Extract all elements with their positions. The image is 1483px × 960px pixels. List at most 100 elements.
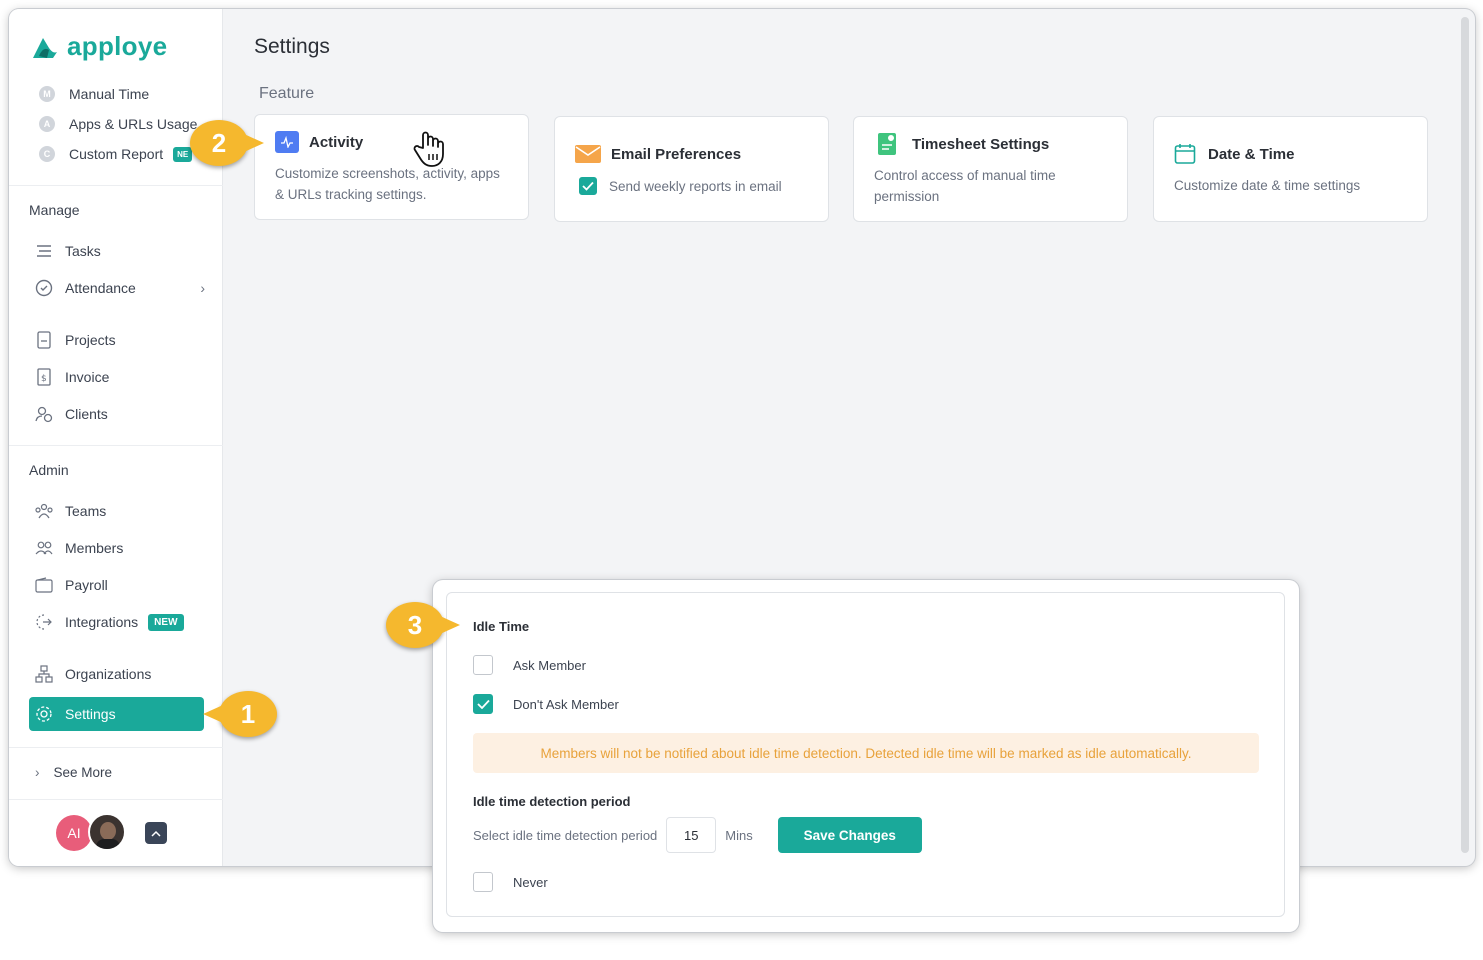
- card-activity[interactable]: Activity Customize screenshots, activity…: [254, 114, 529, 220]
- sidebar-item-payroll[interactable]: Payroll: [35, 576, 108, 594]
- card-desc: Customize date & time settings: [1174, 178, 1361, 193]
- period-label: Select idle time detection period: [473, 827, 658, 843]
- card-title: Date & Time: [1208, 145, 1295, 163]
- sidebar-item-label: Manual Time: [69, 86, 150, 102]
- callout-step-3: 3: [386, 602, 460, 648]
- idle-time-title: Idle Time: [473, 619, 530, 634]
- card-desc: Customize screenshots, activity, apps & …: [275, 166, 500, 202]
- timesheet-icon: [878, 133, 896, 155]
- save-changes-button[interactable]: Save Changes: [777, 817, 922, 853]
- report-initial-icon: A: [39, 116, 55, 132]
- logo[interactable]: apploye: [29, 31, 167, 62]
- never-checkbox[interactable]: [473, 872, 493, 892]
- sidebar-item-clients[interactable]: Clients: [35, 405, 108, 423]
- sidebar-item-organizations[interactable]: Organizations: [35, 665, 151, 683]
- card-title: Activity: [309, 133, 364, 151]
- divider: [9, 747, 223, 748]
- apploye-logo-icon: [33, 37, 57, 58]
- sidebar-item-label: Members: [65, 540, 124, 556]
- sidebar-item-label: Attendance: [65, 280, 136, 296]
- activity-icon: [275, 131, 299, 153]
- divider: [9, 445, 223, 446]
- chevron-up-button[interactable]: [145, 822, 167, 844]
- gear-icon: [35, 705, 53, 723]
- callout-step-1: 1: [203, 691, 277, 737]
- sidebar-item-label: Payroll: [65, 577, 108, 593]
- chevron-up-icon: [151, 830, 161, 837]
- sidebar-item-label: Organizations: [65, 666, 152, 682]
- sidebar-item-apps-urls-usage[interactable]: A Apps & URLs Usage: [29, 116, 197, 132]
- section-manage: Manage: [29, 202, 80, 218]
- sidebar-item-integrations[interactable]: Integrations NEW: [35, 613, 184, 631]
- sidebar-item-settings[interactable]: Settings: [29, 697, 204, 731]
- hand-cursor-icon: [413, 130, 449, 173]
- card-desc: Control access of manual time permission: [874, 168, 1056, 204]
- dont-ask-member-option[interactable]: Don't Ask Member: [473, 694, 619, 714]
- sidebar-item-label: Clients: [65, 406, 108, 422]
- chevron-right-icon[interactable]: ›: [200, 280, 205, 296]
- sidebar-item-label: Invoice: [65, 369, 110, 385]
- period-unit: Mins: [725, 827, 753, 843]
- teams-icon: [35, 502, 53, 520]
- new-badge: NEW: [148, 613, 184, 631]
- period-input[interactable]: 15: [666, 817, 717, 853]
- page-title: Settings: [254, 35, 330, 58]
- sidebar-item-label: Integrations: [65, 614, 139, 630]
- period-row: Select idle time detection period 15 Min…: [473, 817, 922, 853]
- section-admin: Admin: [29, 462, 69, 478]
- card-timesheet-settings[interactable]: Timesheet Settings Control access of man…: [853, 116, 1128, 222]
- report-initial-icon: M: [39, 86, 55, 102]
- sidebar-item-label: Settings: [65, 706, 116, 722]
- see-more-link[interactable]: › See More: [35, 765, 112, 780]
- sidebar-item-members[interactable]: Members: [35, 539, 123, 557]
- projects-icon: [35, 331, 53, 349]
- payroll-icon: [35, 576, 53, 594]
- idle-notice: Members will not be notified about idle …: [473, 733, 1259, 773]
- sidebar-item-label: Apps & URLs Usage: [69, 116, 198, 132]
- dont-ask-member-checkbox[interactable]: [473, 694, 493, 714]
- option-label: Ask Member: [513, 657, 586, 673]
- divider: [9, 185, 223, 186]
- sidebar-item-invoice[interactable]: $ Invoice: [35, 368, 109, 386]
- attendance-icon: [35, 279, 53, 297]
- divider: [9, 799, 223, 800]
- logo-text: apploye: [67, 31, 168, 61]
- svg-text:$: $: [41, 374, 47, 384]
- card-email-preferences[interactable]: Email Preferences Send weekly reports in…: [554, 116, 829, 222]
- sidebar-item-label: Tasks: [65, 243, 101, 259]
- sidebar-item-label: Teams: [65, 503, 107, 519]
- weekly-report-checkbox[interactable]: [579, 177, 597, 195]
- envelope-icon: [575, 145, 601, 163]
- sidebar-item-tasks[interactable]: Tasks: [35, 242, 101, 260]
- card-date-time[interactable]: Date & Time Customize date & time settin…: [1153, 116, 1428, 222]
- scrollbar[interactable]: [1461, 17, 1469, 853]
- never-option[interactable]: Never: [473, 872, 548, 892]
- organizations-icon: [35, 665, 53, 683]
- section-feature: Feature: [259, 85, 315, 102]
- card-desc: Send weekly reports in email: [609, 178, 782, 194]
- sidebar-item-label: Projects: [65, 332, 116, 348]
- report-initial-icon: C: [39, 146, 55, 162]
- see-more-label: See More: [53, 765, 113, 780]
- invoice-icon: $: [35, 368, 53, 386]
- card-title: Timesheet Settings: [912, 135, 1050, 153]
- idle-time-panel: Idle Time Ask Member Don't Ask Member Me…: [433, 580, 1299, 932]
- user-photo-avatar[interactable]: [88, 813, 126, 851]
- period-title: Idle time detection period: [473, 794, 631, 809]
- sidebar-item-attendance[interactable]: Attendance ›: [35, 279, 205, 297]
- sidebar-item-custom-report[interactable]: C Custom Report NE: [29, 146, 193, 162]
- sidebar-item-teams[interactable]: Teams: [35, 502, 106, 520]
- clients-icon: [35, 405, 53, 423]
- ask-member-checkbox[interactable]: [473, 655, 493, 675]
- new-badge: NE: [173, 146, 193, 162]
- integrations-icon: [35, 613, 53, 631]
- chevron-right-icon: ›: [35, 765, 40, 780]
- sidebar-item-manual-time[interactable]: M Manual Time: [29, 86, 149, 102]
- ask-member-option[interactable]: Ask Member: [473, 655, 586, 675]
- callout-step-2: 2: [190, 120, 264, 166]
- members-icon: [35, 539, 53, 557]
- avatar[interactable]: AI: [56, 815, 92, 851]
- option-label: Don't Ask Member: [513, 696, 619, 712]
- sidebar-item-projects[interactable]: Projects: [35, 331, 116, 349]
- card-title: Email Preferences: [611, 145, 742, 163]
